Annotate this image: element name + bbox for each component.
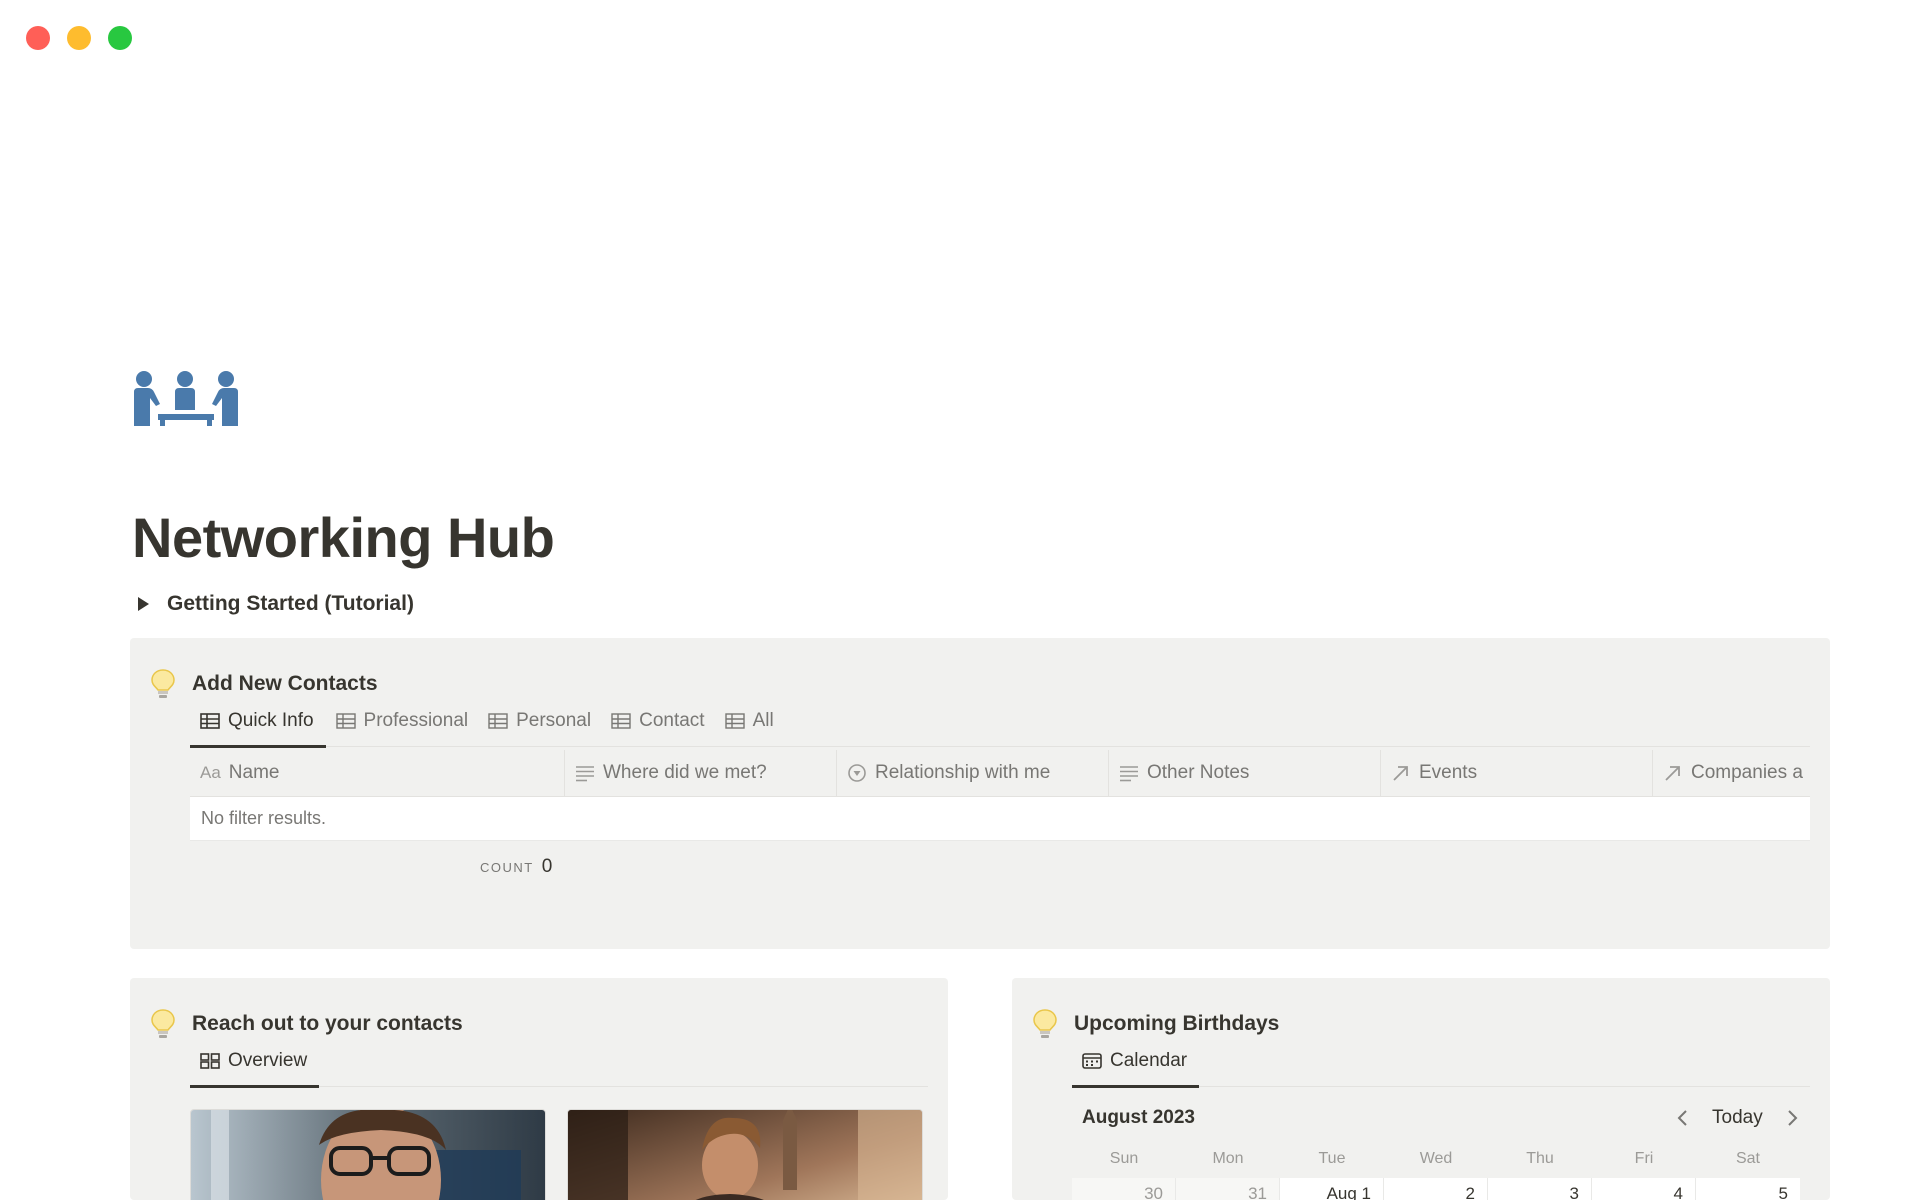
table-icon — [724, 713, 745, 729]
column-header-other-notes[interactable]: Other Notes — [1109, 750, 1381, 796]
count-value: 0 — [541, 856, 553, 877]
calendar-day-cell[interactable]: Aug 1 — [1280, 1178, 1384, 1200]
lightbulb-icon — [1033, 1009, 1057, 1038]
man-in-city-street-photo — [568, 1110, 922, 1200]
gallery-icon — [200, 1053, 220, 1069]
relation-arrow-icon — [1665, 766, 1680, 781]
weekday-header: Sun Mon Tue Wed Thu Fri Sat — [1072, 1150, 1800, 1168]
weekday-label: Tue — [1318, 1150, 1346, 1167]
weekday-label: Sun — [1109, 1150, 1139, 1167]
calendar-day-cell[interactable]: 2 — [1384, 1178, 1488, 1200]
man-with-glasses-photo — [191, 1110, 545, 1200]
contact-card[interactable] — [567, 1109, 923, 1200]
toggle-label: Getting Started (Tutorial) — [167, 592, 414, 615]
contact-card[interactable] — [190, 1109, 546, 1200]
today-button[interactable]: Today — [1712, 1107, 1763, 1129]
minimize-window-button[interactable] — [67, 26, 91, 50]
zoom-window-button[interactable] — [108, 26, 132, 50]
calendar-nav: Today — [1676, 1107, 1799, 1129]
table-header: Aa Name Where did we met? Relationship w… — [190, 750, 1810, 797]
callout-header: Upcoming Birthdays — [1032, 1008, 1279, 1040]
count-summary[interactable]: COUNT 0 — [480, 856, 552, 878]
toggle-arrow-icon[interactable] — [138, 597, 149, 611]
people-meeting-icon[interactable] — [132, 370, 240, 430]
calendar-week: 30 31 Aug 1 2 3 4 5 — [1072, 1178, 1800, 1200]
column-label: Name — [228, 762, 280, 783]
count-label: COUNT — [480, 860, 534, 875]
chevron-right-icon[interactable] — [1785, 1109, 1799, 1127]
table-icon — [335, 713, 356, 729]
tab-label: Personal — [516, 710, 592, 731]
calendar-day-cell[interactable]: 30 — [1072, 1178, 1176, 1200]
callout-title: Upcoming Birthdays — [1074, 1012, 1280, 1035]
column-header-companies[interactable]: Companies a — [1653, 750, 1810, 796]
callout-header: Reach out to your contacts — [150, 1008, 463, 1040]
calendar-day-cell[interactable]: 5 — [1696, 1178, 1800, 1200]
text-lines-icon — [1120, 766, 1138, 782]
weekday-label: Mon — [1212, 1150, 1244, 1167]
column-label: Other Notes — [1147, 762, 1250, 783]
add-contacts-callout: Add New Contacts Quick Info Professional… — [130, 638, 1830, 949]
tab-label: Calendar — [1110, 1050, 1188, 1071]
status-circle-icon — [848, 764, 866, 782]
weekday-label: Wed — [1419, 1150, 1453, 1167]
birthdays-callout: Upcoming Birthdays Calendar August 2023 … — [1012, 978, 1830, 1200]
relation-arrow-icon — [1393, 766, 1408, 781]
reach-out-callout: Reach out to your contacts Overview — [130, 978, 948, 1200]
tab-label: Overview — [228, 1050, 308, 1071]
tab-label: All — [752, 710, 774, 731]
weekday-label: Fri — [1634, 1150, 1654, 1167]
text-lines-icon — [576, 766, 594, 782]
calendar-day-cell[interactable]: 4 — [1592, 1178, 1696, 1200]
table-icon — [200, 713, 220, 729]
tab-professional[interactable]: Professional — [326, 710, 479, 746]
tab-overview[interactable]: Overview — [190, 1050, 320, 1088]
table-icon — [488, 713, 508, 729]
tab-contact[interactable]: Contact — [601, 710, 714, 746]
tab-label: Quick Info — [228, 710, 314, 731]
title-icon: Aa — [200, 763, 221, 782]
callout-title: Reach out to your contacts — [192, 1012, 463, 1035]
column-header-relationship[interactable]: Relationship with me — [837, 750, 1109, 796]
lightbulb-icon — [151, 669, 175, 698]
weekday-label: Thu — [1526, 1150, 1554, 1167]
column-label: Where did we met? — [603, 762, 767, 783]
lightbulb-icon — [151, 1009, 175, 1038]
empty-table-message: No filter results. — [190, 797, 1810, 841]
calendar-month: August 2023 — [1082, 1107, 1195, 1128]
table-icon — [611, 713, 631, 729]
weekday-label: Sat — [1735, 1150, 1760, 1167]
view-tabs: Quick Info Professional Personal Contact… — [190, 710, 1810, 748]
view-tabs: Calendar — [1072, 1050, 1810, 1088]
calendar-day-cell[interactable]: 3 — [1488, 1178, 1592, 1200]
chevron-left-icon[interactable] — [1676, 1109, 1690, 1127]
tab-calendar[interactable]: Calendar — [1072, 1050, 1200, 1088]
calendar-day-cell[interactable]: 31 — [1176, 1178, 1280, 1200]
getting-started-toggle[interactable]: Getting Started (Tutorial) — [138, 592, 414, 616]
callout-header: Add New Contacts — [150, 668, 378, 700]
tab-label: Professional — [363, 710, 469, 731]
column-header-events[interactable]: Events — [1381, 750, 1653, 796]
window-controls — [26, 26, 132, 50]
callout-title: Add New Contacts — [192, 672, 378, 695]
calendar-icon — [1082, 1053, 1102, 1069]
column-header-where-met[interactable]: Where did we met? — [565, 750, 837, 796]
close-window-button[interactable] — [26, 26, 50, 50]
column-label: Relationship with me — [875, 762, 1051, 783]
tab-all[interactable]: All — [715, 710, 784, 746]
tab-quick-info[interactable]: Quick Info — [190, 710, 326, 748]
tab-label: Contact — [639, 710, 705, 731]
column-label: Companies a — [1691, 762, 1803, 783]
view-tabs: Overview — [190, 1050, 928, 1088]
column-label: Events — [1419, 762, 1478, 783]
column-header-name[interactable]: Aa Name — [190, 750, 565, 796]
tab-personal[interactable]: Personal — [478, 710, 601, 746]
page-title: Networking Hub — [132, 506, 555, 569]
